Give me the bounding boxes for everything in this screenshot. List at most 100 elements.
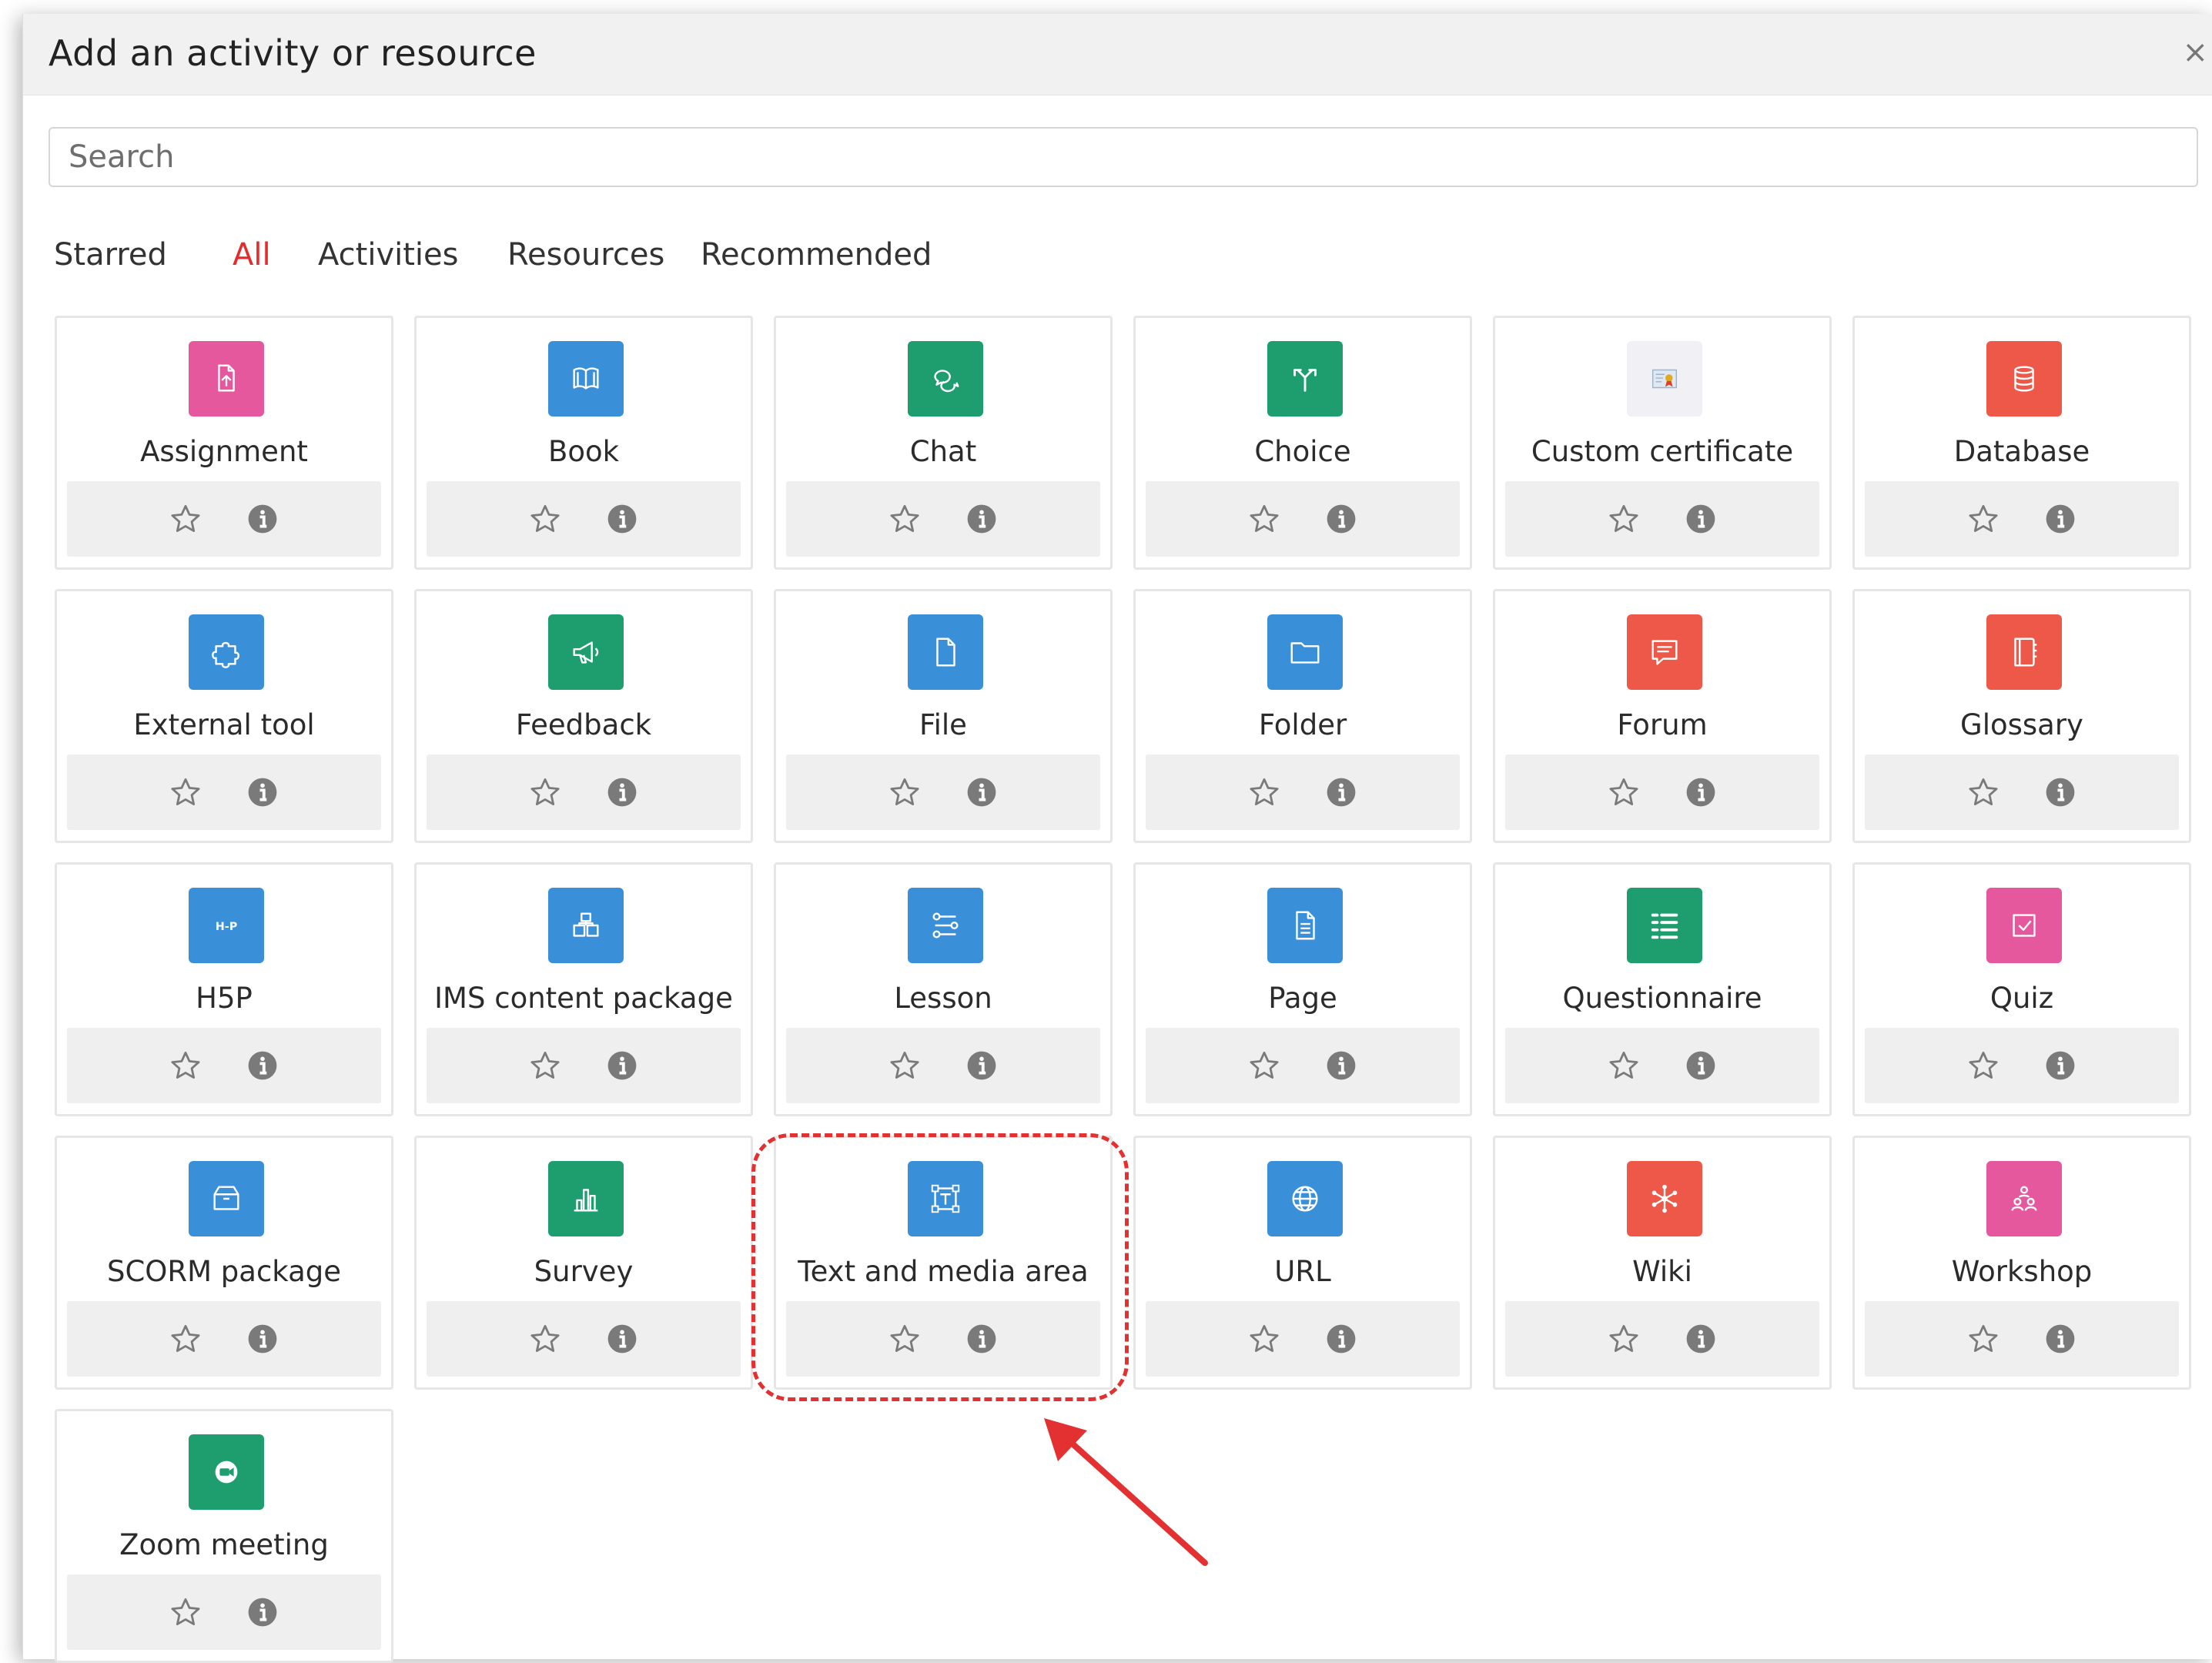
activity-name: Book (547, 435, 620, 468)
tab-recommended[interactable]: Recommended (701, 237, 932, 273)
tab-activities[interactable]: Activities (318, 237, 458, 273)
activity-card-feedback[interactable]: Feedback (414, 589, 753, 843)
info-icon[interactable] (1325, 1323, 1357, 1355)
info-icon[interactable] (246, 776, 279, 808)
info-icon[interactable] (1325, 503, 1357, 535)
star-icon[interactable] (1248, 1323, 1280, 1355)
star-icon[interactable] (888, 1323, 921, 1355)
star-icon[interactable] (1248, 1049, 1280, 1082)
card-footer (1505, 481, 1819, 557)
activity-card-quiz[interactable]: Quiz (1852, 862, 2191, 1116)
activity-card-zoom-meeting[interactable]: Zoom meeting (55, 1409, 393, 1663)
info-icon[interactable] (606, 776, 638, 808)
activity-card-choice[interactable]: Choice (1133, 316, 1472, 570)
close-button[interactable]: × (2182, 37, 2208, 68)
info-icon[interactable] (965, 1049, 998, 1082)
activity-card-workshop[interactable]: Workshop (1852, 1136, 2191, 1390)
info-icon[interactable] (1685, 1323, 1717, 1355)
star-icon[interactable] (169, 776, 202, 808)
activity-card-chat[interactable]: Chat (774, 316, 1113, 570)
star-icon[interactable] (1967, 1049, 2000, 1082)
activity-card-ims-content-package[interactable]: IMS content package (414, 862, 753, 1116)
info-icon[interactable] (965, 503, 998, 535)
star-icon[interactable] (1608, 1323, 1640, 1355)
info-icon[interactable] (2044, 1049, 2076, 1082)
star-icon[interactable] (529, 776, 561, 808)
activity-card-file[interactable]: File (774, 589, 1113, 843)
activity-name: Questionnaire (1562, 982, 1762, 1015)
star-icon[interactable] (169, 1596, 202, 1628)
info-icon[interactable] (2044, 1323, 2076, 1355)
activity-card-page[interactable]: Page (1133, 862, 1472, 1116)
search-input[interactable] (49, 127, 2198, 187)
info-icon[interactable] (1685, 503, 1717, 535)
tab-all[interactable]: All (233, 237, 271, 273)
h5p-icon: H-P (189, 888, 264, 963)
info-icon[interactable] (2044, 503, 2076, 535)
tab-starred[interactable]: Starred (54, 237, 167, 273)
svg-text:H-P: H-P (216, 921, 238, 933)
star-icon[interactable] (529, 1049, 561, 1082)
info-icon[interactable] (1685, 1049, 1717, 1082)
info-icon[interactable] (246, 1323, 279, 1355)
star-icon[interactable] (1248, 503, 1280, 535)
info-icon[interactable] (246, 1596, 279, 1628)
activity-card-wiki[interactable]: Wiki (1493, 1136, 1832, 1390)
info-icon[interactable] (246, 503, 279, 535)
dialog-header: Add an activity or resource × (23, 14, 2212, 95)
activity-card-questionnaire[interactable]: Questionnaire (1493, 862, 1832, 1116)
star-icon[interactable] (529, 503, 561, 535)
activity-name: External tool (133, 708, 315, 741)
activity-card-book[interactable]: Book (414, 316, 753, 570)
activity-card-text-and-media-area[interactable]: Text and media area (774, 1136, 1113, 1390)
activity-card-custom-certificate[interactable]: Custom certificate (1493, 316, 1832, 570)
activity-card-assignment[interactable]: Assignment (55, 316, 393, 570)
star-icon[interactable] (1967, 1323, 2000, 1355)
activity-card-url[interactable]: URL (1133, 1136, 1472, 1390)
activity-card-lesson[interactable]: Lesson (774, 862, 1113, 1116)
card-footer (1865, 1301, 2179, 1377)
star-icon[interactable] (888, 776, 921, 808)
star-icon[interactable] (1608, 776, 1640, 808)
star-icon[interactable] (888, 503, 921, 535)
star-icon[interactable] (1967, 776, 2000, 808)
activity-card-survey[interactable]: Survey (414, 1136, 753, 1390)
activity-card-folder[interactable]: Folder (1133, 589, 1472, 843)
card-footer (786, 755, 1100, 830)
star-icon[interactable] (1608, 503, 1640, 535)
activity-name: Survey (534, 1255, 634, 1288)
activity-name: Zoom meeting (119, 1528, 329, 1561)
star-icon[interactable] (169, 1049, 202, 1082)
card-footer (1505, 1301, 1819, 1377)
folder-icon (1267, 614, 1343, 690)
scorm-icon (189, 1161, 264, 1236)
info-icon[interactable] (1325, 1049, 1357, 1082)
info-icon[interactable] (965, 776, 998, 808)
info-icon[interactable] (606, 1049, 638, 1082)
star-icon[interactable] (1967, 503, 2000, 535)
star-icon[interactable] (1608, 1049, 1640, 1082)
star-icon[interactable] (1248, 776, 1280, 808)
info-icon[interactable] (965, 1323, 998, 1355)
info-icon[interactable] (1685, 776, 1717, 808)
info-icon[interactable] (2044, 776, 2076, 808)
star-icon[interactable] (169, 503, 202, 535)
info-icon[interactable] (606, 503, 638, 535)
activity-card-external-tool[interactable]: External tool (55, 589, 393, 843)
info-icon[interactable] (606, 1323, 638, 1355)
survey-icon (548, 1161, 624, 1236)
star-icon[interactable] (169, 1323, 202, 1355)
card-footer (1146, 1028, 1460, 1103)
star-icon[interactable] (529, 1323, 561, 1355)
wiki-icon (1627, 1161, 1702, 1236)
activity-name: Quiz (1989, 982, 2054, 1015)
star-icon[interactable] (888, 1049, 921, 1082)
info-icon[interactable] (246, 1049, 279, 1082)
tab-resources[interactable]: Resources (507, 237, 664, 273)
activity-card-glossary[interactable]: Glossary (1852, 589, 2191, 843)
activity-card-forum[interactable]: Forum (1493, 589, 1832, 843)
activity-card-database[interactable]: Database (1852, 316, 2191, 570)
activity-card-h5p[interactable]: H-P H5P (55, 862, 393, 1116)
info-icon[interactable] (1325, 776, 1357, 808)
activity-card-scorm-package[interactable]: SCORM package (55, 1136, 393, 1390)
